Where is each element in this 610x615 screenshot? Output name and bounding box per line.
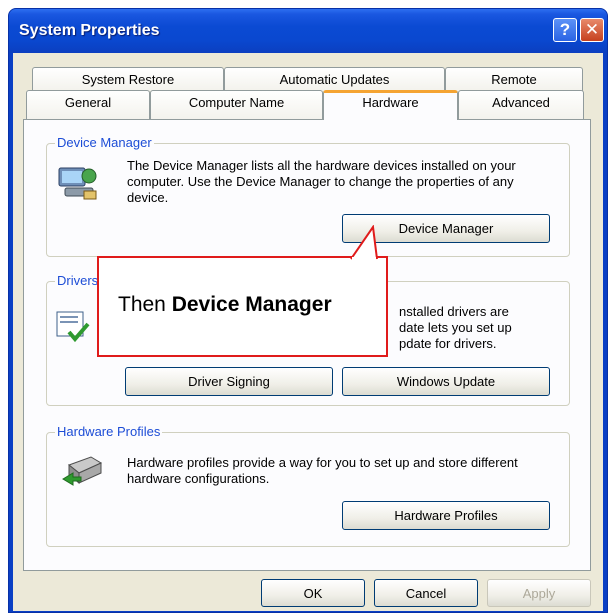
tab-label: Computer Name (188, 95, 285, 110)
tab-remote[interactable]: Remote (445, 67, 583, 91)
callout-pointer (350, 225, 378, 261)
device-manager-icon (58, 167, 97, 200)
button-label: Device Manager (398, 221, 494, 236)
button-label: Windows Update (396, 374, 496, 389)
driver-signing-icon (56, 311, 90, 343)
device-manager-group: Device Manager The Device Manager lists … (46, 135, 570, 257)
hardware-profiles-button[interactable]: Hardware Profiles (342, 501, 550, 530)
tab-label: Hardware (362, 95, 419, 110)
title-bar[interactable]: System Properties ? ✕ (9, 9, 607, 53)
tab-label: General (64, 95, 112, 110)
button-label: Hardware Profiles (394, 508, 498, 523)
button-label: OK (303, 586, 323, 601)
close-icon: ✕ (584, 20, 600, 39)
button-label: Cancel (405, 586, 447, 601)
ok-button[interactable]: OK (261, 579, 365, 607)
tab-advanced[interactable]: Advanced (458, 90, 584, 120)
button-label: Driver Signing (188, 374, 270, 389)
hardware-profiles-group: Hardware Profiles Hardware profiles prov… (46, 424, 570, 547)
window-title: System Properties (19, 22, 160, 39)
tab-computer-name[interactable]: Computer Name (150, 90, 323, 120)
hardware-profiles-icon (62, 456, 103, 486)
tab-system-restore[interactable]: System Restore (32, 67, 224, 91)
driver-signing-button[interactable]: Driver Signing (125, 367, 333, 396)
drivers-group-label: Drivers (55, 273, 101, 288)
apply-button[interactable]: Apply (487, 579, 591, 607)
callout-text: Then Device Manager (118, 293, 332, 317)
help-button[interactable]: ? (553, 18, 577, 42)
device-manager-description: The Device Manager lists all the hardwar… (127, 158, 516, 205)
device-manager-group-label: Device Manager (55, 135, 154, 150)
button-label: Apply (522, 586, 556, 601)
tab-general[interactable]: General (26, 90, 150, 120)
hardware-profiles-description: Hardware profiles provide a way for you … (127, 455, 518, 486)
tab-hardware[interactable]: Hardware (323, 90, 458, 120)
windows-update-button[interactable]: Windows Update (342, 367, 550, 396)
tutorial-callout: Then Device Manager (97, 256, 388, 357)
cancel-button[interactable]: Cancel (374, 579, 478, 607)
close-button[interactable]: ✕ (580, 18, 604, 42)
hardware-profiles-group-label: Hardware Profiles (55, 424, 163, 439)
tab-label: System Restore (81, 72, 175, 87)
drivers-description: nstalled drivers are date lets you set u… (399, 304, 512, 351)
help-icon: ? (559, 20, 571, 39)
tab-label: Automatic Updates (279, 72, 390, 87)
tab-label: Remote (491, 72, 537, 87)
tab-label: Advanced (492, 95, 550, 110)
tab-automatic-updates[interactable]: Automatic Updates (224, 67, 445, 91)
callout-emphasis: Device Manager (171, 293, 332, 316)
callout-prefix: Then (118, 293, 172, 316)
